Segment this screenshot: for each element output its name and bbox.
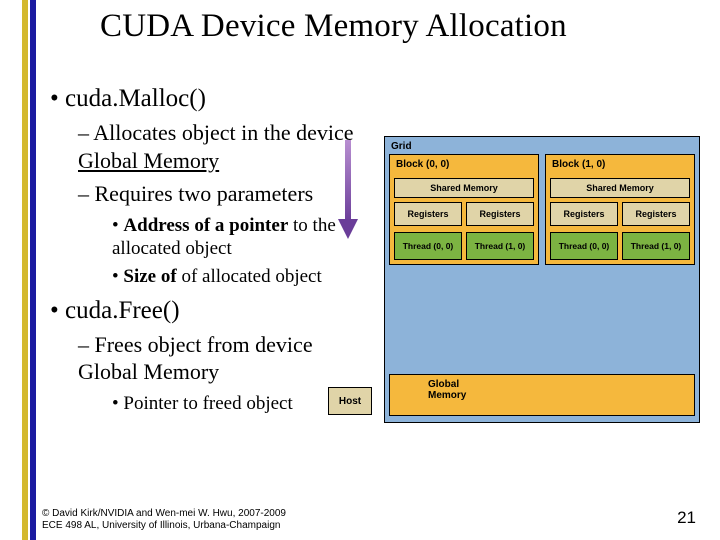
block-0-0-thread-1: Thread (1, 0) xyxy=(466,232,534,260)
block-1-0-shared: Shared Memory xyxy=(550,178,690,198)
footer-line1: © David Kirk/NVIDIA and Wen-mei W. Hwu, … xyxy=(42,508,286,519)
slide-title: CUDA Device Memory Allocation xyxy=(100,8,567,45)
free-desc: – Frees object from device Global Memory xyxy=(78,331,390,386)
block-1-0-title: Block (1, 0) xyxy=(546,155,694,174)
global-memory-box: GlobalMemory xyxy=(389,374,695,416)
block-1-0: Block (1, 0) Shared Memory Registers Reg… xyxy=(545,154,695,265)
bullet-cudamalloc: cuda.Malloc() xyxy=(50,85,390,113)
block-1-0-thread-1: Thread (1, 0) xyxy=(622,232,690,260)
content-area: cuda.Malloc() – Allocates object in the … xyxy=(50,85,390,420)
malloc-global-memory: Global Memory xyxy=(78,148,219,173)
block-0-0-shared: Shared Memory xyxy=(394,178,534,198)
footer: © David Kirk/NVIDIA and Wen-mei W. Hwu, … xyxy=(42,508,286,532)
block-1-0-reg-0: Registers xyxy=(550,202,618,226)
footer-line2: ECE 498 AL, University of Illinois, Urba… xyxy=(42,520,280,531)
malloc-param-size-bold: Size of xyxy=(123,266,176,287)
block-1-0-thread-0: Thread (0, 0) xyxy=(550,232,618,260)
block-0-0: Block (0, 0) Shared Memory Registers Reg… xyxy=(389,154,539,265)
arrow-head-icon xyxy=(338,219,358,239)
malloc-param-addr-bold: Address of a pointer xyxy=(123,215,288,236)
block-0-0-title: Block (0, 0) xyxy=(390,155,538,174)
malloc-param-size: Size of of allocated object xyxy=(112,265,390,289)
free-desc-2: Global Memory xyxy=(78,359,219,384)
pointer-arrow xyxy=(342,140,354,239)
arrow-shaft xyxy=(345,140,351,223)
grid-label: Grid xyxy=(385,137,699,154)
block-1-0-reg-1: Registers xyxy=(622,202,690,226)
bullet-cudafree: cuda.Free() xyxy=(50,297,390,325)
block-0-0-reg-0: Registers xyxy=(394,202,462,226)
malloc-desc-1: – Allocates object in the device xyxy=(78,120,354,145)
global-memory-label: GlobalMemory xyxy=(428,379,466,401)
block-0-0-reg-1: Registers xyxy=(466,202,534,226)
cuda-grid-diagram: Grid Block (0, 0) Shared Memory Register… xyxy=(384,136,700,423)
host-box: Host xyxy=(328,387,372,415)
accent-bar xyxy=(22,0,36,540)
page-number: 21 xyxy=(677,508,696,528)
block-0-0-thread-0: Thread (0, 0) xyxy=(394,232,462,260)
malloc-param-size-rest: of allocated object xyxy=(177,266,322,287)
free-desc-1: – Frees object from device xyxy=(78,332,313,357)
